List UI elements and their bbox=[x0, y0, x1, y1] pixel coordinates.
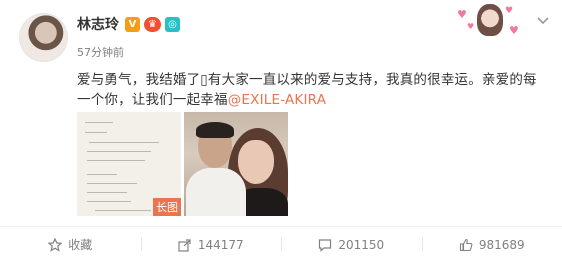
like-count: 981689 bbox=[478, 237, 525, 252]
camera-badge-icon: ◎ bbox=[165, 16, 180, 32]
user-name-row: 林志玲 V ♛ ◎ bbox=[77, 14, 184, 34]
mention-link[interactable]: @EXILE-AKIRA bbox=[228, 92, 326, 108]
action-bar: 收藏 144177 201150 981689 bbox=[0, 227, 562, 262]
user-name[interactable]: 林志玲 bbox=[77, 14, 119, 34]
heart-icon: ♥ bbox=[509, 24, 519, 37]
long-image-tag: 长图 bbox=[153, 198, 181, 216]
avatar[interactable] bbox=[19, 13, 68, 62]
banner-portrait bbox=[477, 4, 503, 36]
decorative-banner: ♥ ♥ ♥ ♥ bbox=[455, 2, 520, 40]
thumbs-up-icon bbox=[459, 238, 473, 251]
comment-count: 201150 bbox=[338, 237, 385, 252]
vip-badge-icon: ♛ bbox=[144, 16, 161, 32]
post-text: 爱与勇气，我结婚了▯有大家一直以来的爱与支持，我真的很幸运。亲爱的每一个你，让我… bbox=[77, 70, 547, 110]
repost-count: 144177 bbox=[197, 237, 244, 252]
comment-bubble-icon bbox=[319, 238, 332, 252]
heart-icon: ♥ bbox=[467, 22, 475, 31]
collect-label: 收藏 bbox=[68, 238, 93, 252]
post-time[interactable]: 57分钟前 bbox=[77, 44, 124, 60]
comment-button[interactable]: 201150 bbox=[281, 227, 422, 262]
collect-button[interactable]: 收藏 bbox=[0, 227, 141, 262]
post-image-couple[interactable] bbox=[184, 112, 288, 216]
heart-icon: ♥ bbox=[505, 6, 514, 16]
chevron-down-icon[interactable] bbox=[537, 14, 549, 26]
share-arrow-icon bbox=[178, 238, 191, 252]
heart-icon: ♥ bbox=[457, 8, 467, 21]
like-button[interactable]: 981689 bbox=[421, 227, 562, 262]
post-image-letter[interactable]: 长图 bbox=[77, 112, 181, 216]
verified-badge-icon: V bbox=[125, 16, 140, 32]
repost-button[interactable]: 144177 bbox=[140, 227, 282, 262]
star-icon bbox=[48, 237, 63, 252]
